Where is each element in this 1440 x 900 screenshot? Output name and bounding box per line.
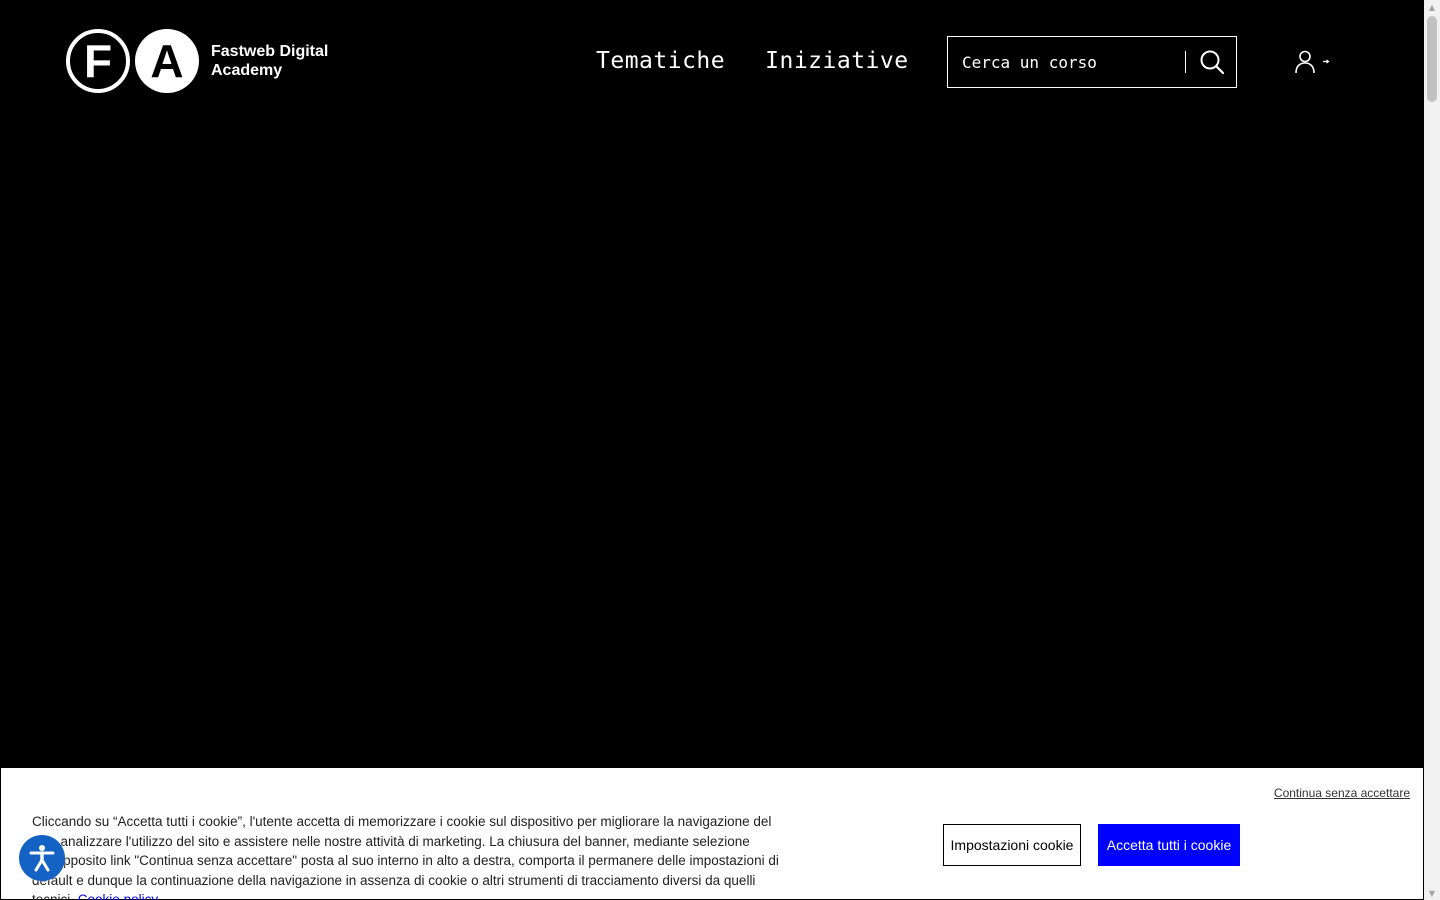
accept-all-cookies-button[interactable]: Accetta tutti i cookie	[1098, 824, 1240, 866]
login-button[interactable]	[1294, 48, 1334, 76]
user-login-icon	[1295, 50, 1330, 74]
cookie-banner: Continua senza accettare Cliccando su “A…	[0, 767, 1424, 900]
search-box	[947, 36, 1237, 88]
search-button[interactable]	[1194, 44, 1230, 80]
logo-f-circle: F	[66, 29, 130, 93]
logo-text-line1: Fastweb Digital	[211, 43, 329, 60]
logo-text: Fastweb Digital Academy	[211, 42, 341, 80]
search-icon	[1200, 50, 1225, 75]
main-nav: Tematiche Iniziative	[596, 46, 909, 76]
accessibility-icon	[29, 845, 55, 872]
continue-without-accepting-link[interactable]: Continua senza accettare	[1274, 786, 1410, 800]
search-divider	[1185, 51, 1186, 73]
hero-area: F A Fastweb Digital Academy Tematiche In…	[0, 0, 1424, 900]
logo-text-line2: Academy	[211, 62, 283, 79]
scroll-up-icon[interactable]: ▲	[1424, 0, 1440, 14]
scroll-down-icon[interactable]: ▼	[1424, 886, 1440, 900]
cookie-policy-link[interactable]: Cookie policy	[78, 892, 158, 900]
cookie-description: Cliccando su “Accetta tutti i cookie”, l…	[32, 814, 779, 900]
scrollbar-thumb[interactable]	[1427, 16, 1437, 102]
page: F A Fastweb Digital Academy Tematiche In…	[0, 0, 1440, 900]
logo-link[interactable]: F A Fastweb Digital Academy	[66, 29, 341, 93]
search-input[interactable]	[948, 37, 1185, 87]
vertical-scrollbar[interactable]: ▲ ▼	[1424, 0, 1440, 900]
logo-a-circle: A	[135, 29, 199, 93]
nav-item-tematiche[interactable]: Tematiche	[596, 46, 725, 76]
nav-item-iniziative[interactable]: Iniziative	[765, 46, 908, 76]
logo-letter-f: F	[83, 35, 113, 87]
accessibility-button[interactable]	[19, 835, 65, 881]
logo-letter-a: A	[150, 35, 184, 87]
cookie-text: Cliccando su “Accetta tutti i cookie”, l…	[32, 812, 782, 900]
cookie-settings-button[interactable]: Impostazioni cookie	[943, 824, 1081, 866]
